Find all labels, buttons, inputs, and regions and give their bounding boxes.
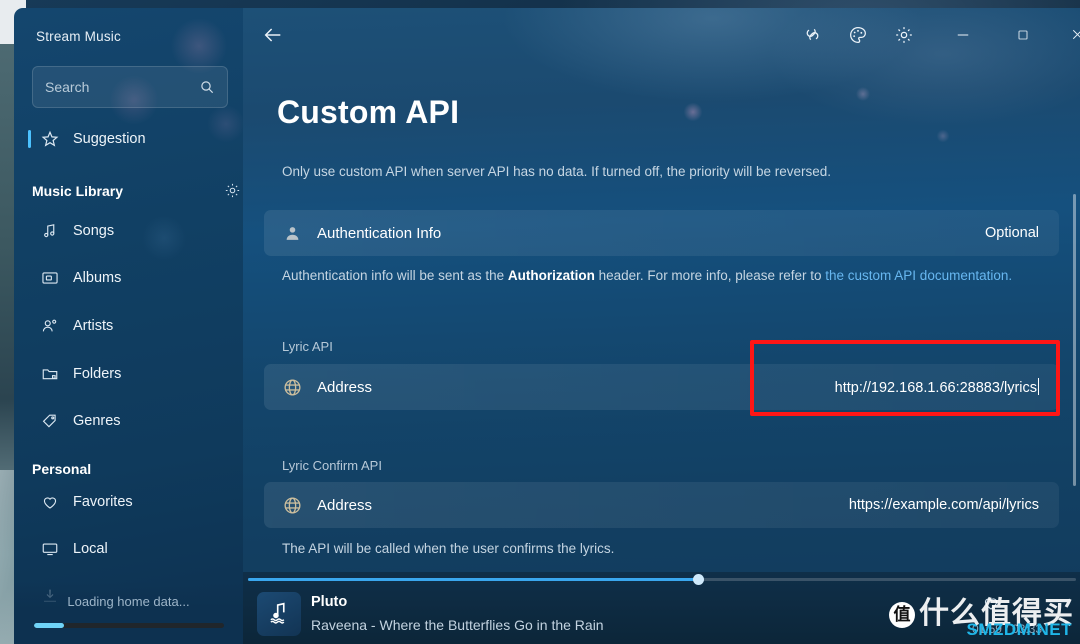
watermark-site: SMZDM.NET bbox=[966, 620, 1072, 639]
gear-icon[interactable] bbox=[224, 182, 241, 199]
music-note-icon bbox=[40, 222, 59, 241]
monitor-icon bbox=[40, 540, 59, 559]
titlebar bbox=[243, 8, 1080, 66]
authentication-info-label: Authentication Info bbox=[317, 224, 442, 242]
link-button[interactable] bbox=[789, 8, 835, 66]
lyric-confirm-api-address-value[interactable]: https://example.com/api/lyrics bbox=[849, 497, 1039, 513]
search-icon bbox=[199, 79, 215, 95]
sidebar-item-favorites[interactable]: Favorites bbox=[14, 485, 243, 519]
gear-icon bbox=[894, 25, 914, 50]
page-title: Custom API bbox=[277, 94, 460, 130]
album-icon bbox=[40, 269, 59, 288]
back-arrow-icon bbox=[262, 24, 284, 51]
helper-bold: Authorization bbox=[507, 268, 595, 283]
globe-icon bbox=[281, 376, 303, 398]
favorite-icon[interactable] bbox=[982, 594, 1000, 612]
sidebar-item-label: Local bbox=[73, 541, 108, 557]
custom-api-documentation-link[interactable]: the custom API documentation. bbox=[825, 268, 1012, 283]
lyric-confirm-api-address-row[interactable]: Address https://example.com/api/lyrics bbox=[264, 482, 1059, 528]
helper-mid: header. For more info, please refer to bbox=[594, 268, 826, 283]
maximize-button[interactable] bbox=[1000, 8, 1046, 66]
sidebar-item-label: Albums bbox=[73, 270, 122, 286]
sidebar-item-label: Favorites bbox=[73, 494, 133, 510]
lyric-api-address-label: Address bbox=[317, 378, 373, 396]
lyric-confirm-helper-text: The API will be called when the user con… bbox=[282, 541, 615, 556]
page-description: Only use custom API when server API has … bbox=[282, 164, 832, 179]
maximize-icon bbox=[1015, 27, 1031, 48]
close-button[interactable] bbox=[1054, 8, 1080, 66]
loading-status: Loading home data... bbox=[14, 582, 243, 644]
heart-icon bbox=[40, 493, 59, 512]
sidebar-item-label: Genres bbox=[73, 413, 121, 429]
lyric-api-group-label: Lyric API bbox=[282, 339, 333, 354]
back-button[interactable] bbox=[243, 8, 303, 66]
star-icon bbox=[40, 130, 59, 149]
app-title: Stream Music bbox=[36, 29, 121, 44]
search-placeholder: Search bbox=[45, 79, 90, 95]
theme-button[interactable] bbox=[835, 8, 881, 66]
app-root: Stream Music Search Suggestion Music Lib… bbox=[0, 0, 1080, 644]
palette-icon bbox=[848, 25, 868, 50]
playback-progress-fill bbox=[248, 578, 699, 581]
search-input[interactable]: Search bbox=[32, 66, 228, 108]
minimize-icon bbox=[954, 26, 972, 49]
sidebar-item-label: Folders bbox=[73, 366, 122, 382]
sidebar-item-label: Artists bbox=[73, 318, 114, 334]
text-cursor bbox=[1038, 378, 1039, 395]
lyric-api-address-row[interactable]: Address http://192.168.1.66:28883/lyrics bbox=[264, 364, 1059, 410]
sidebar-item-albums[interactable]: Albums bbox=[14, 261, 243, 295]
minimize-button[interactable] bbox=[940, 8, 986, 66]
vertical-scrollbar[interactable] bbox=[1073, 194, 1076, 486]
playback-progress-thumb[interactable] bbox=[693, 574, 704, 585]
tag-icon bbox=[40, 412, 59, 431]
main-pane: Custom API Only use custom API when serv… bbox=[243, 8, 1080, 644]
player-track-title: Pluto bbox=[311, 594, 348, 610]
loading-progress-fill bbox=[34, 623, 64, 628]
album-art[interactable] bbox=[257, 592, 301, 636]
person-icon bbox=[281, 222, 303, 244]
sidebar-item-artists[interactable]: Artists bbox=[14, 309, 243, 343]
sidebar-item-label: Suggestion bbox=[73, 131, 146, 147]
sidebar-item-folders[interactable]: Folders bbox=[14, 357, 243, 391]
sidebar-item-local[interactable]: Local bbox=[14, 532, 243, 566]
lyric-api-address-value: http://192.168.1.66:28883/lyrics bbox=[834, 380, 1037, 396]
sidebar-section-personal: Personal bbox=[32, 461, 92, 477]
sidebar-section-music-library: Music Library bbox=[32, 183, 124, 199]
music-note-water-icon bbox=[266, 599, 292, 630]
authentication-helper-text: Authentication info will be sent as the … bbox=[282, 266, 1062, 285]
loading-label: Loading home data... bbox=[67, 594, 190, 609]
sidebar-item-suggestion[interactable]: Suggestion bbox=[14, 122, 243, 156]
artist-icon bbox=[40, 317, 59, 336]
player-track-subtitle: Raveena - Where the Butterflies Go in th… bbox=[311, 617, 604, 633]
folder-icon bbox=[40, 365, 59, 384]
lyric-confirm-api-address-label: Address bbox=[317, 496, 373, 514]
globe-icon bbox=[281, 494, 303, 516]
settings-button[interactable] bbox=[881, 8, 927, 66]
sidebar-item-songs[interactable]: Songs bbox=[14, 214, 243, 248]
watermark-badge: 值 bbox=[889, 602, 915, 628]
lyric-api-address-input[interactable]: http://192.168.1.66:28883/lyrics bbox=[835, 378, 1039, 396]
sidebar-item-label: Songs bbox=[73, 223, 115, 239]
authentication-info-value: Optional bbox=[984, 225, 1039, 241]
authentication-info-row[interactable]: Authentication Info Optional bbox=[264, 210, 1059, 256]
close-icon bbox=[1069, 26, 1080, 48]
helper-pre: Authentication info will be sent as the bbox=[282, 268, 508, 283]
player-bar: Pluto Raveena - Where the Butterflies Go… bbox=[243, 572, 1080, 644]
link-icon bbox=[803, 25, 822, 49]
sidebar-item-genres[interactable]: Genres bbox=[14, 404, 243, 438]
sidebar: Stream Music Search Suggestion Music Lib… bbox=[14, 8, 243, 644]
lyric-confirm-api-group-label: Lyric Confirm API bbox=[282, 458, 382, 473]
loading-progress-track bbox=[34, 623, 224, 628]
